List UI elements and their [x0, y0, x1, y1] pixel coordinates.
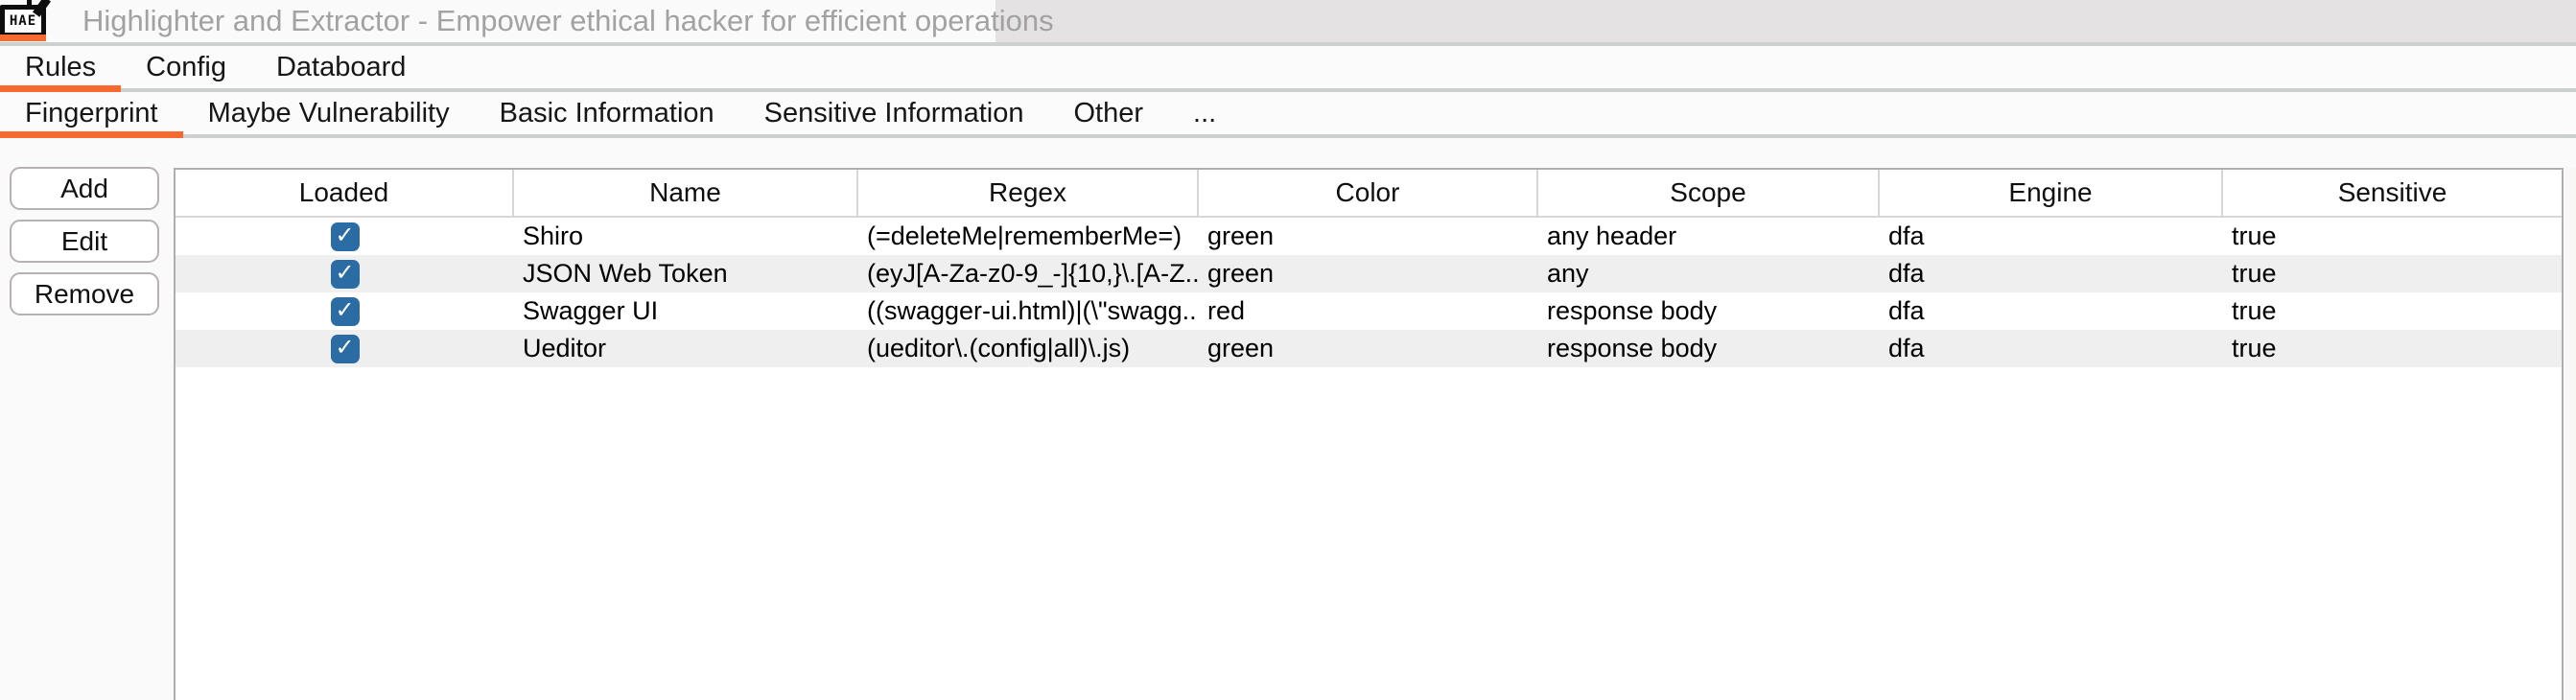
cell-scope: response body	[1538, 330, 1880, 367]
table-row[interactable]: ✓ Swagger UI ((swagger-ui.html)|(\"swagg…	[176, 292, 2562, 330]
tab-label: Fingerprint	[25, 98, 158, 129]
tab-rules[interactable]: Rules	[0, 46, 121, 88]
table-header-row: LoadedNameRegexColorScopeEngineSensitive	[176, 170, 2562, 218]
extension-title: Highlighter and Extractor - Empower ethi…	[82, 4, 1054, 38]
cell-name: Ueditor	[514, 330, 858, 367]
rules-table: LoadedNameRegexColorScopeEngineSensitive…	[174, 168, 2564, 700]
tab-maybe-vulnerability[interactable]: Maybe Vulnerability	[183, 92, 475, 134]
tab-basic-information[interactable]: Basic Information	[475, 92, 739, 134]
tab-label: ...	[1193, 98, 1216, 129]
cell-sensitive: true	[2223, 218, 2562, 255]
cell-color: red	[1199, 292, 1538, 330]
check-icon: ✓	[335, 224, 354, 247]
tab-label: Sensitive Information	[764, 98, 1024, 129]
tab-label: Maybe Vulnerability	[208, 98, 450, 129]
cell-loaded: ✓	[176, 330, 514, 367]
column-header[interactable]: Regex	[858, 170, 1199, 216]
tab-label: Rules	[25, 52, 96, 83]
tab-hae-extension[interactable]: HAE	[0, 5, 46, 37]
tab-databoard[interactable]: Databoard	[251, 46, 431, 88]
cell-regex: (eyJ[A-Za-z0-9_-]{10,}\.[A-Z...	[858, 255, 1199, 292]
column-header[interactable]: Loaded	[176, 170, 514, 216]
hae-logo-text: HAE	[10, 14, 36, 28]
tab-label: Databoard	[276, 52, 406, 83]
tab-config[interactable]: Config	[121, 46, 251, 88]
cell-engine: dfa	[1880, 330, 2223, 367]
cell-engine: dfa	[1880, 255, 2223, 292]
cell-scope: response body	[1538, 292, 1880, 330]
tab-other[interactable]: Other	[1048, 92, 1168, 134]
extension-banner: HAE Highlighter and Extractor - Empower …	[0, 0, 995, 42]
table-row[interactable]: ✓ JSON Web Token (eyJ[A-Za-z0-9_-]{10,}\…	[176, 255, 2562, 292]
rule-actions-panel: Add Edit Remove	[0, 138, 174, 700]
edit-button[interactable]: Edit	[10, 220, 159, 263]
column-header[interactable]: Color	[1199, 170, 1538, 216]
cell-engine: dfa	[1880, 218, 2223, 255]
column-header[interactable]: Sensitive	[2223, 170, 2562, 216]
loaded-checkbox[interactable]: ✓	[331, 222, 360, 251]
loaded-checkbox[interactable]: ✓	[331, 260, 360, 289]
cell-loaded: ✓	[176, 292, 514, 330]
loaded-checkbox[interactable]: ✓	[331, 297, 360, 326]
cell-name: Shiro	[514, 218, 858, 255]
tab-fingerprint[interactable]: Fingerprint	[0, 92, 183, 134]
cell-scope: any header	[1538, 218, 1880, 255]
table-row[interactable]: ✓ Shiro (=deleteMe|rememberMe=) green an…	[176, 218, 2562, 255]
cell-name: Swagger UI	[514, 292, 858, 330]
rules-panel: Add Edit Remove LoadedNameRegexColorScop…	[0, 138, 2576, 700]
pen-dot-icon	[27, 0, 32, 5]
cell-regex: ((swagger-ui.html)|(\"swagg...	[858, 292, 1199, 330]
check-icon: ✓	[335, 262, 354, 285]
cell-color: green	[1199, 218, 1538, 255]
tab-label: Basic Information	[500, 98, 714, 129]
highlighter-pen-icon	[33, 0, 51, 17]
cell-loaded: ✓	[176, 255, 514, 292]
tab-label: Config	[146, 52, 226, 83]
add-button[interactable]: Add	[10, 167, 159, 210]
tab-sensitive-information[interactable]: Sensitive Information	[739, 92, 1049, 134]
column-header[interactable]: Scope	[1538, 170, 1880, 216]
cell-loaded: ✓	[176, 218, 514, 255]
rule-category-tab-bar: Fingerprint Maybe Vulnerability Basic In…	[0, 92, 2576, 138]
hae-logo-icon: HAE	[0, 5, 46, 37]
column-header[interactable]: Engine	[1880, 170, 2223, 216]
cell-regex: (=deleteMe|rememberMe=)	[858, 218, 1199, 255]
cell-sensitive: true	[2223, 292, 2562, 330]
tab-label: Other	[1073, 98, 1143, 129]
table-body: ✓ Shiro (=deleteMe|rememberMe=) green an…	[176, 218, 2562, 367]
check-icon: ✓	[335, 299, 354, 322]
column-header[interactable]: Name	[514, 170, 858, 216]
cell-color: green	[1199, 255, 1538, 292]
tab--[interactable]: ...	[1168, 92, 1241, 134]
loaded-checkbox[interactable]: ✓	[331, 335, 360, 363]
remove-button[interactable]: Remove	[10, 272, 159, 315]
cell-sensitive: true	[2223, 330, 2562, 367]
extension-tab-bar: HAE Highlighter and Extractor - Empower …	[0, 0, 2576, 46]
cell-engine: dfa	[1880, 292, 2223, 330]
cell-regex: (ueditor\.(config|all)\.js)	[858, 330, 1199, 367]
cell-name: JSON Web Token	[514, 255, 858, 292]
check-icon: ✓	[335, 337, 354, 360]
cell-color: green	[1199, 330, 1538, 367]
table-scrollbar-track	[2565, 168, 2576, 700]
table-row[interactable]: ✓ Ueditor (ueditor\.(config|all)\.js) gr…	[176, 330, 2562, 367]
cell-sensitive: true	[2223, 255, 2562, 292]
cell-scope: any	[1538, 255, 1880, 292]
main-tab-bar: Rules Config Databoard	[0, 46, 2576, 92]
